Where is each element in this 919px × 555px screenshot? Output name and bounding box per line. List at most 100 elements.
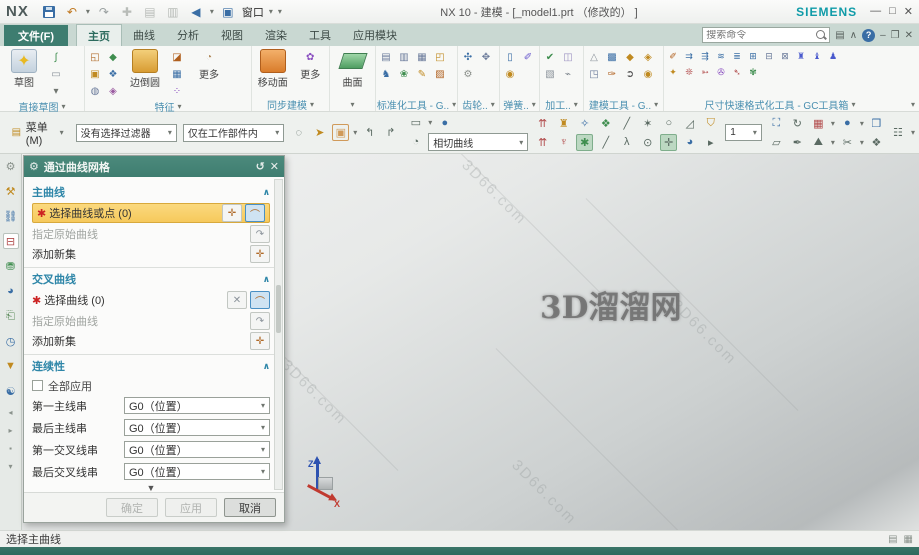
gc-icon-12[interactable]: ✦ [666,65,680,79]
snap-center-icon[interactable]: ⊙ [639,134,656,151]
history-icon[interactable]: ◷ [3,333,19,349]
modeling-tool-icon-2[interactable]: ▩ [604,49,620,65]
cross-curve-select-button[interactable]: ⌒ [250,291,270,309]
group-label-gear[interactable]: 齿轮..▾ [460,97,497,111]
section-continuity[interactable]: 连续性∧ [32,358,270,374]
move-rotate-icon[interactable]: ☷ [891,124,905,141]
group-label-spring[interactable]: 弹簧..▾ [502,97,537,111]
orient-view-icon[interactable]: ↻ [789,115,806,132]
cross-curve-select-row[interactable]: ✱ 选择曲线 (0) ✕ ⌒ [32,290,270,310]
rect-select-dropdown[interactable]: ▾ [428,118,432,127]
gc-icon-1[interactable]: ✐ [666,49,680,63]
hole-icon[interactable]: ◆ [105,49,121,65]
edge-blend-button[interactable]: 边倒圆 [123,49,167,89]
gc-icon-13[interactable]: ❊ [682,65,696,79]
std-tool-icon-2[interactable]: ▥ [396,49,412,65]
part-navigator-icon[interactable]: ⊟ [3,233,19,249]
boolean-icon[interactable]: ❖ [105,66,121,82]
view-grid-icon[interactable]: ▦ [810,115,827,132]
snap-pole-icon[interactable]: ❖ [597,115,614,132]
window-menu-dropdown[interactable]: ▾ [269,7,273,16]
spring-tool-icon-2[interactable]: ◉ [502,66,518,82]
gc-icon-15[interactable]: ✇ [714,65,728,79]
tab-home[interactable]: 主页 [76,24,122,46]
doc-minimize-icon[interactable]: – [880,30,886,41]
gc-icon-5[interactable]: ≣ [730,49,744,63]
surface-button[interactable]: 曲面 [333,49,373,89]
feature-more-button[interactable]: ◔ 更多 [187,49,231,81]
brush-icon[interactable]: ✒ [789,134,806,151]
group-label-standard-tools[interactable]: 标准化工具 - G..▾ [378,97,455,111]
command-finder-input[interactable] [703,30,815,41]
selection-scope-select[interactable]: 仅在工作部件内▾ [183,124,284,142]
snap-existing-point-icon[interactable]: ✱ [576,134,593,151]
pattern-icon[interactable]: ⁘ [169,83,185,99]
group-label-gc-toolbox[interactable]: 尺寸快速格式化工具 - GC工具箱▾ [666,97,894,111]
cross-add-new-set-button[interactable]: ✛ [250,332,270,350]
snap-intersection-icon[interactable]: ✧ [576,115,593,132]
dialog-reset-icon[interactable]: ↺ [256,160,265,173]
gc-icon-11[interactable]: ♟ [826,49,840,63]
rectangle-icon[interactable]: ▭ [48,66,64,82]
tab-render[interactable]: 渲染 [254,24,298,46]
gc-icon-14[interactable]: ➳ [698,65,712,79]
rotate-icon[interactable]: ⛰ [810,134,827,151]
undo-button[interactable]: ↶ [63,3,81,21]
snap-angle-icon[interactable]: λ [618,134,635,151]
dialog-close-icon[interactable]: ✕ [270,160,279,173]
constraint-navigator-icon[interactable]: ⛓ [3,208,19,224]
shaded-sphere-icon[interactable]: ● [436,114,453,131]
gc-icon-7[interactable]: ⊟ [762,49,776,63]
rail-next-icon[interactable]: ▸ [8,426,12,435]
std-tool-icon-3[interactable]: ▦ [414,49,430,65]
std-tool-icon-8[interactable]: ▨ [432,66,448,82]
status-grid-icon[interactable]: ▦ [904,534,913,545]
apply-button[interactable]: 应用 [165,498,217,517]
main-curve-select-row[interactable]: ✱ 选择曲线或点 (0) ✛ ⌒ [32,203,270,223]
modeling-tool-icon-8[interactable]: ◉ [640,66,656,82]
std-tool-icon-6[interactable]: ✎ [414,66,430,82]
modeling-tool-icon-6[interactable]: ➲ [622,66,638,82]
group-label-surface[interactable]: ▾ [332,97,373,111]
revolve-icon[interactable]: ◍ [87,83,103,99]
section-cross-curve[interactable]: 交叉曲线∧ [32,271,270,287]
roles-gear-icon[interactable]: ⚙ [3,158,19,174]
modeling-tool-icon-1[interactable]: △ [586,49,602,65]
last-cross-string-select[interactable]: G0（位置）▾ [124,463,270,480]
snap-midpoint-icon[interactable]: ♜ [555,115,572,132]
gc-icon-6[interactable]: ⊞ [746,49,760,63]
machining-tool-icon-3[interactable]: ◫ [560,49,576,65]
touch-mode-button[interactable]: ◀ [187,3,205,21]
cancel-button[interactable]: 取消 [224,498,276,517]
modeling-tool-icon-7[interactable]: ◈ [640,49,656,65]
group-label-feature[interactable]: 特征▾ [87,99,249,113]
gc-icon-4[interactable]: ≋ [714,49,728,63]
undo-dropdown[interactable]: ▾ [86,7,90,16]
doc-restore-icon[interactable]: ❐ [891,30,900,41]
gc-icon-9[interactable]: ♜ [794,49,808,63]
rail-prev-icon[interactable]: ◂ [8,408,12,417]
rail-expand-icon[interactable]: ▾ [8,462,12,471]
datum-plane-icon[interactable]: ◱ [87,49,103,65]
reuse-library-icon[interactable]: ⛃ [3,258,19,274]
shaded-view-icon[interactable]: ● [839,115,856,132]
rail-dot-icon[interactable]: ▪ [9,444,12,453]
render-style-icon[interactable]: ❖ [868,134,885,151]
point-constructor-button[interactable]: ✛ [222,204,242,222]
close-button[interactable]: ✕ [904,5,913,18]
dialog-scrollbar[interactable] [274,179,283,490]
shell-icon[interactable]: ◈ [105,83,121,99]
minimize-ribbon-icon[interactable]: ∧ [850,30,857,41]
tab-view[interactable]: 视图 [210,24,254,46]
curve-select-button[interactable]: ⌒ [245,204,265,222]
tab-analysis[interactable]: 分析 [166,24,210,46]
ok-button[interactable]: 确定 [106,498,158,517]
apply-all-checkbox[interactable] [32,380,43,391]
group-label-modeling-tools[interactable]: 建模工具 - G..▾ [586,97,661,111]
deselect-button[interactable]: ✕ [227,291,247,309]
spring-tool-icon-1[interactable]: ▯ [502,49,518,65]
command-finder[interactable] [702,27,830,43]
snap-face-icon[interactable]: ▸ [702,134,719,151]
snap-line-icon[interactable]: ╱ [618,115,635,132]
spring-tool-icon-3[interactable]: ✐ [520,49,536,65]
